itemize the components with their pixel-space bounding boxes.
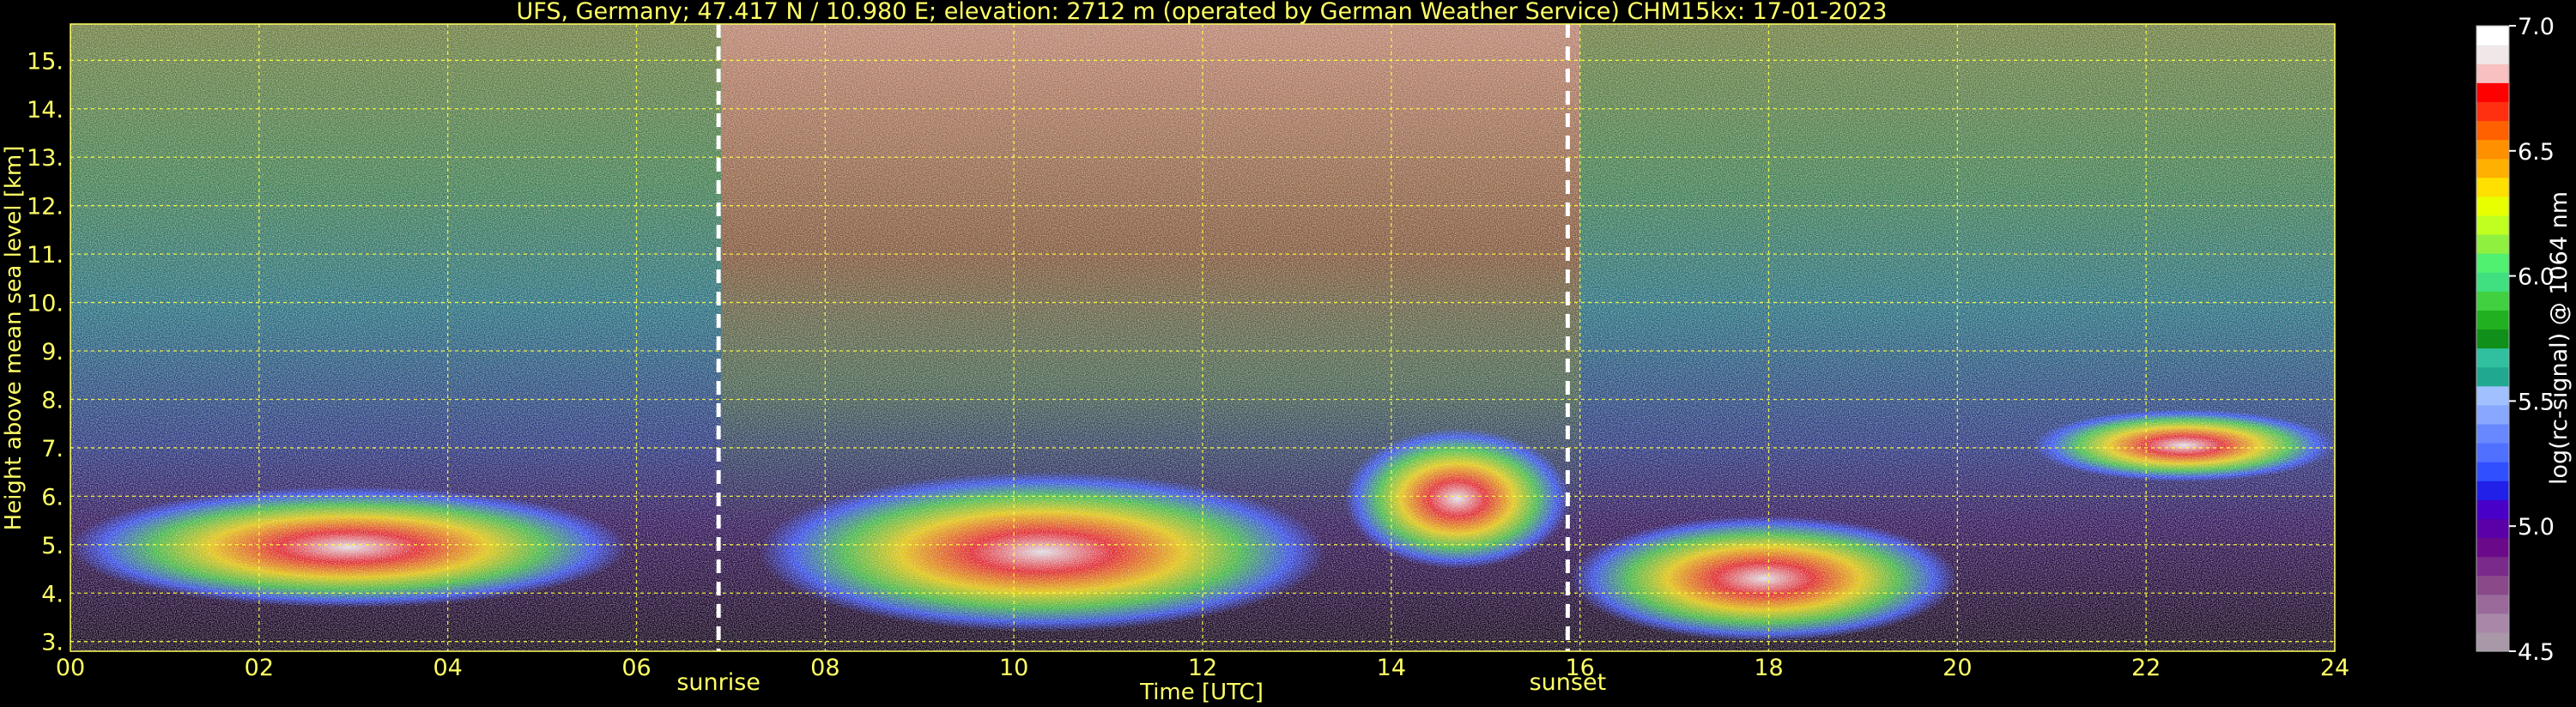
- x-tick-label: 02: [245, 655, 274, 681]
- colorbar-segment: [2476, 139, 2509, 160]
- colorbar-segment: [2476, 101, 2509, 122]
- y-tick-label: 14.: [27, 97, 64, 124]
- colorbar-segment: [2476, 234, 2509, 254]
- colorbar-segment: [2476, 556, 2509, 577]
- colorbar-segment: [2476, 82, 2509, 102]
- colorbar-tick-label: 7.0: [2518, 14, 2555, 40]
- colorbar-label: log(rc-signal) @ 1064 nm: [2546, 191, 2573, 485]
- colorbar-segment: [2476, 631, 2509, 652]
- x-axis-ticks: 00 02 04 06 08 10 12 14 16 18 20 22 24: [56, 655, 2349, 681]
- colorbar-segment: [2476, 537, 2509, 558]
- colorbar-segment: [2476, 404, 2509, 425]
- colorbar-segment: [2476, 575, 2509, 595]
- colorbar-segment: [2476, 329, 2509, 349]
- x-tick-label: 14: [1377, 655, 1406, 681]
- x-tick-label: 04: [433, 655, 462, 681]
- x-tick-label: 08: [810, 655, 839, 681]
- colorbar-segment: [2476, 253, 2509, 273]
- x-axis-label: Time [UTC]: [1139, 680, 1264, 705]
- y-tick-label: 8.: [41, 387, 64, 414]
- colorbar-segment: [2476, 518, 2509, 539]
- colorbar-segment: [2476, 462, 2509, 481]
- colorbar-segment: [2476, 385, 2509, 406]
- x-tick-label: 06: [621, 655, 651, 681]
- colorbar-segment: [2476, 366, 2509, 387]
- colorbar-segment: [2476, 215, 2509, 235]
- x-tick-label: 24: [2320, 655, 2349, 681]
- colorbar-segment: [2476, 423, 2509, 444]
- colorbar-segment: [2476, 120, 2509, 141]
- colorbar-segment: [2476, 480, 2509, 500]
- ceilometer-chart: UFS, Germany; 47.417 N / 10.980 E; eleva…: [1, 0, 2573, 705]
- y-tick-label: 9.: [41, 339, 64, 366]
- y-tick-label: 6.: [41, 484, 64, 511]
- colorbar-tick-label: 4.5: [2518, 639, 2555, 666]
- x-tick-label: 20: [1943, 655, 1972, 681]
- colorbar-tick-label: 5.0: [2518, 514, 2555, 541]
- colorbar: 4.55.05.56.06.57.0: [2476, 14, 2555, 666]
- y-tick-label: 10.: [27, 291, 64, 317]
- colorbar-segment: [2476, 158, 2509, 178]
- colorbar-segment: [2476, 272, 2509, 292]
- colorbar-segment: [2476, 443, 2509, 462]
- y-axis-label: Height above mean sea level [km]: [1, 146, 27, 531]
- y-tick-label: 5.: [41, 533, 64, 559]
- colorbar-tick-label: 6.5: [2518, 139, 2555, 166]
- y-tick-label: 15.: [27, 48, 64, 75]
- colorbar-segment: [2476, 347, 2509, 368]
- colorbar-segment: [2476, 26, 2509, 45]
- sunrise-label: sunrise: [676, 669, 761, 696]
- colorbar-segment: [2476, 196, 2509, 216]
- y-tick-label: 7.: [41, 436, 64, 462]
- plot-area: [70, 24, 2335, 651]
- colorbar-segment: [2476, 613, 2509, 633]
- x-tick-label: 18: [1754, 655, 1783, 681]
- y-tick-label: 3.: [41, 630, 64, 656]
- x-tick-label: 12: [1188, 655, 1217, 681]
- colorbar-segment: [2476, 177, 2509, 197]
- colorbar-segment: [2476, 594, 2509, 614]
- y-tick-label: 12.: [27, 194, 64, 221]
- x-tick-label: 00: [56, 655, 85, 681]
- colorbar-segment: [2476, 499, 2509, 519]
- colorbar-segment: [2476, 63, 2509, 83]
- chart-title: UFS, Germany; 47.417 N / 10.980 E; eleva…: [517, 0, 1888, 25]
- x-tick-label: 22: [2131, 655, 2161, 681]
- sunset-label: sunset: [1530, 669, 1607, 696]
- y-tick-label: 13.: [27, 145, 64, 172]
- y-axis-ticks: 3. 4. 5. 6. 7. 8. 9. 10. 11. 12. 13. 14. 15.: [27, 48, 64, 656]
- colorbar-segment: [2476, 310, 2509, 330]
- y-tick-label: 4.: [41, 581, 64, 607]
- x-tick-label: 10: [999, 655, 1028, 681]
- y-tick-label: 11.: [27, 242, 64, 269]
- colorbar-segment: [2476, 45, 2509, 64]
- colorbar-segment: [2476, 291, 2509, 311]
